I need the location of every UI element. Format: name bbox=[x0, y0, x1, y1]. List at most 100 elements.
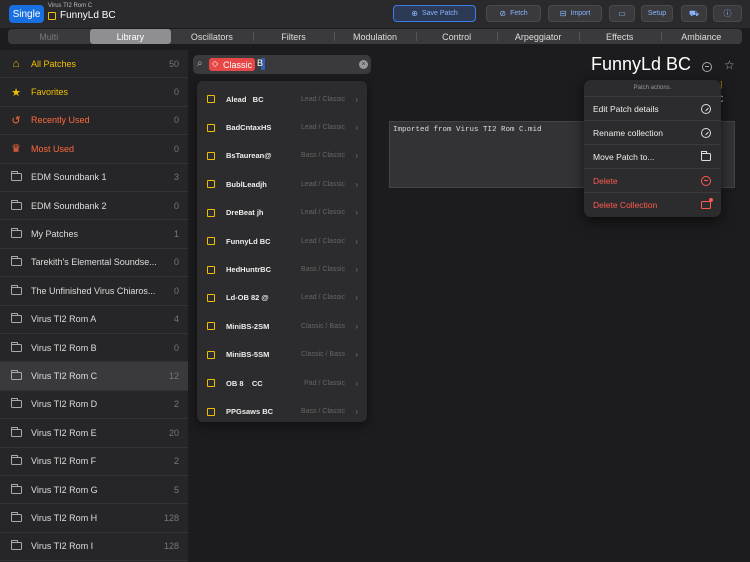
import-icon: ⊟ bbox=[559, 9, 567, 18]
result-checkbox[interactable] bbox=[207, 379, 215, 388]
action-rename-collection[interactable]: Rename collection bbox=[584, 121, 721, 145]
sidebar-item-virus-ti2-rom-e[interactable]: Virus TI2 Rom E 20 bbox=[0, 419, 188, 448]
tab-effects[interactable]: Effects bbox=[578, 29, 661, 44]
result-checkbox[interactable] bbox=[207, 151, 215, 160]
sidebar-item-count: 0 bbox=[173, 257, 179, 268]
result-row[interactable]: BsTaurean@ Bass / Classic › bbox=[197, 142, 367, 170]
folder-shape bbox=[10, 483, 22, 494]
panel-button[interactable]: ▭ bbox=[609, 5, 635, 22]
filter-token-classic[interactable]: ◇ Classic bbox=[209, 58, 256, 71]
patch-menu-icon[interactable] bbox=[702, 62, 712, 72]
tab-multi: Multi bbox=[39, 31, 59, 42]
folder-shape bbox=[10, 228, 22, 239]
folder-icon bbox=[10, 540, 22, 552]
result-checkbox[interactable] bbox=[207, 350, 215, 359]
folder-shape bbox=[10, 540, 22, 551]
save-patch-button[interactable]: ⊕ Save Patch bbox=[393, 5, 476, 22]
result-row[interactable]: OB 8 CC Pad / Classic › bbox=[197, 369, 367, 397]
filter-token-label: Classic bbox=[223, 59, 253, 70]
sidebar-item-my-patches[interactable]: My Patches 1 bbox=[0, 220, 188, 249]
sidebar-item-virus-ti2-rom-b[interactable]: Virus TI2 Rom B 0 bbox=[0, 334, 188, 363]
result-checkbox[interactable] bbox=[207, 180, 215, 189]
sidebar-item-label: Most Used bbox=[31, 143, 75, 154]
search-query-text[interactable]: B bbox=[257, 58, 263, 68]
rename-circle-icon bbox=[701, 127, 711, 138]
result-row[interactable]: BadCntaxHS Lead / Classic › bbox=[197, 113, 367, 141]
tab-arpeggiator[interactable]: Arpeggiator bbox=[497, 29, 579, 44]
sidebar-item-virus-ti2-rom-i[interactable]: Virus TI2 Rom I 128 bbox=[0, 533, 188, 562]
folder-icon bbox=[10, 284, 22, 297]
result-checkbox[interactable] bbox=[207, 407, 215, 416]
result-checkbox[interactable] bbox=[207, 265, 215, 274]
sidebar-item-all-patches[interactable]: ⌂ All Patches 50 bbox=[0, 50, 188, 79]
result-row[interactable]: MiniBS-5SM Classic / Bass › bbox=[197, 341, 367, 369]
result-category: Lead / Classic bbox=[301, 180, 345, 188]
action-delete-collection[interactable]: Delete Collection bbox=[584, 193, 721, 217]
folder-icon bbox=[10, 199, 22, 212]
result-row[interactable]: BublLeadjh Lead / Classic › bbox=[197, 170, 367, 198]
sidebar-item-count: 4 bbox=[173, 314, 179, 325]
sidebar-item-edm-soundbank-1[interactable]: EDM Soundbank 1 3 bbox=[0, 164, 188, 192]
sidebar-item-virus-ti2-rom-g[interactable]: Virus TI2 Rom G 5 bbox=[0, 476, 188, 505]
result-patch-name: DreBeat jh bbox=[226, 208, 264, 218]
import-button[interactable]: ⊟ Import bbox=[548, 5, 602, 22]
clear-search-icon[interactable]: × bbox=[359, 60, 368, 69]
tab-oscillators[interactable]: Oscillators bbox=[171, 29, 253, 44]
tag-icon: ◇ bbox=[212, 59, 219, 68]
history-icon: ↺ bbox=[11, 114, 21, 127]
sidebar-item-virus-ti2-rom-h[interactable]: Virus TI2 Rom H 128 bbox=[0, 504, 188, 533]
folder-icon bbox=[10, 313, 22, 325]
sidebar-item-label: Virus TI2 Rom H bbox=[31, 513, 98, 524]
sidebar-item-edm-soundbank-2[interactable]: EDM Soundbank 2 0 bbox=[0, 192, 188, 221]
result-row[interactable]: Ld-OB 82 @ Lead / Classic › bbox=[197, 284, 367, 312]
result-checkbox[interactable] bbox=[207, 208, 215, 217]
action-edit-patch-details[interactable]: Edit Patch details bbox=[584, 97, 721, 121]
sidebar-item-most-used[interactable]: ♛ Most Used 0 bbox=[0, 135, 188, 164]
chevron-right-icon: › bbox=[355, 350, 358, 360]
favorite-star-icon[interactable]: ☆ bbox=[724, 58, 735, 72]
result-row[interactable]: FunnyLd BC Lead / Classic › bbox=[197, 227, 367, 255]
action-label: Delete Collection bbox=[593, 200, 658, 210]
patch-checkbox[interactable] bbox=[48, 12, 56, 20]
folder-shape bbox=[10, 171, 22, 182]
result-row[interactable]: MiniBS-2SM Classic / Bass › bbox=[197, 312, 367, 340]
result-category: Classic / Bass bbox=[301, 322, 345, 330]
sidebar-item-tarekith-s-elemental-soundse[interactable]: Tarekith's Elemental Soundse... 0 bbox=[0, 249, 188, 278]
sidebar-item-virus-ti2-rom-a[interactable]: Virus TI2 Rom A 4 bbox=[0, 306, 188, 334]
result-checkbox[interactable] bbox=[207, 123, 215, 132]
action-delete[interactable]: Delete bbox=[584, 169, 721, 193]
sidebar-item-count: 12 bbox=[168, 371, 179, 382]
sidebar-item-virus-ti2-rom-c[interactable]: Virus TI2 Rom C 12 bbox=[0, 362, 188, 391]
tab-ambiance[interactable]: Ambiance bbox=[660, 29, 743, 44]
result-checkbox[interactable] bbox=[207, 95, 215, 104]
tab-filters[interactable]: Filters bbox=[252, 29, 335, 44]
single-mode-button[interactable]: Single bbox=[9, 5, 44, 23]
result-category: Lead / Classic bbox=[301, 237, 345, 245]
chevron-right-icon: › bbox=[355, 208, 358, 218]
setup-button[interactable]: Setup bbox=[641, 5, 673, 22]
result-checkbox[interactable] bbox=[207, 293, 215, 302]
sidebar-item-virus-ti2-rom-d[interactable]: Virus TI2 Rom D 2 bbox=[0, 391, 188, 420]
tab-library[interactable]: Library bbox=[89, 29, 172, 44]
result-row[interactable]: DreBeat jh Lead / Classic › bbox=[197, 199, 367, 227]
folder-shape bbox=[10, 341, 22, 352]
sidebar-item-virus-ti2-rom-f[interactable]: Virus TI2 Rom F 2 bbox=[0, 448, 188, 476]
result-category: Bass / Classic bbox=[301, 408, 345, 416]
sidebar-item-recently-used[interactable]: ↺ Recently Used 0 bbox=[0, 107, 188, 136]
tab-modulation[interactable]: Modulation bbox=[334, 29, 416, 44]
sidebar-item-the-unfinished-virus-chiaros[interactable]: The Unfinished Virus Chiaros... 0 bbox=[0, 277, 188, 306]
action-move-patch-to[interactable]: Move Patch to... bbox=[584, 145, 721, 169]
result-checkbox[interactable] bbox=[207, 322, 215, 331]
result-row[interactable]: PPGsaws BC Bass / Classic › bbox=[197, 397, 367, 425]
sidebar-item-label: All Patches bbox=[31, 58, 77, 69]
tab-control[interactable]: Control bbox=[415, 29, 498, 44]
info-button[interactable]: ⓘ bbox=[713, 5, 742, 22]
fetch-icon: ⊘ bbox=[499, 9, 507, 18]
result-row[interactable]: Alead BC Lead / Classic › bbox=[197, 85, 367, 113]
result-row[interactable]: HedHuntrBC Bass / Classic › bbox=[197, 255, 367, 283]
search-field[interactable]: ⌕ ◇ Classic bbox=[193, 55, 371, 74]
fetch-button[interactable]: ⊘ Fetch bbox=[486, 5, 541, 22]
result-checkbox[interactable] bbox=[207, 237, 215, 246]
cart-button[interactable]: ⛟ bbox=[681, 5, 707, 22]
sidebar-item-favorites[interactable]: ★ Favorites 0 bbox=[0, 78, 188, 107]
